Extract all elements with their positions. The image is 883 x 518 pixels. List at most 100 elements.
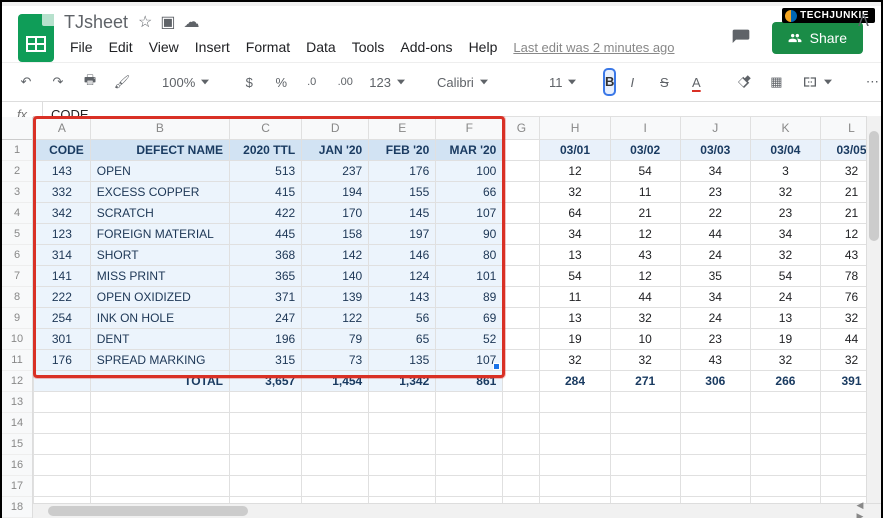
spreadsheet[interactable]: ABCDEFGHIJKL CODEDEFECT NAME2020 TTLJAN … [33, 116, 881, 518]
cell[interactable]: 89 [436, 287, 503, 308]
cell[interactable] [503, 203, 540, 224]
row-head[interactable]: 18 [2, 497, 32, 518]
cell[interactable]: 13 [750, 308, 820, 329]
cell[interactable] [436, 434, 503, 455]
cell[interactable]: 100 [436, 161, 503, 182]
table-row[interactable]: 314SHORT368142146801343243243 [34, 245, 882, 266]
cell[interactable] [302, 413, 369, 434]
cell[interactable] [540, 413, 610, 434]
cell[interactable] [436, 476, 503, 497]
cell[interactable] [503, 476, 540, 497]
cell[interactable]: 12 [610, 224, 680, 245]
table-row[interactable]: 342SCRATCH4221701451076421222321 [34, 203, 882, 224]
collapse-toolbar-icon[interactable]: ᐱ [858, 11, 869, 31]
cell[interactable] [90, 455, 229, 476]
table-row[interactable]: 141MISS PRINT3651401241015412355478 [34, 266, 882, 287]
cell[interactable]: 23 [750, 203, 820, 224]
cell[interactable] [680, 476, 750, 497]
row-head[interactable]: 12 [2, 371, 32, 392]
cell[interactable]: 306 [680, 371, 750, 392]
cell[interactable] [503, 371, 540, 392]
cell[interactable]: 64 [540, 203, 610, 224]
cell[interactable]: 135 [369, 350, 436, 371]
cell[interactable] [229, 434, 301, 455]
cell[interactable]: 22 [680, 203, 750, 224]
table-row[interactable] [34, 455, 882, 476]
cell[interactable]: 73 [302, 350, 369, 371]
cell[interactable]: 368 [229, 245, 301, 266]
cell[interactable]: FEB '20 [369, 140, 436, 161]
cell[interactable]: 23 [680, 182, 750, 203]
cell[interactable] [436, 413, 503, 434]
cell[interactable]: 101 [436, 266, 503, 287]
cell[interactable]: 69 [436, 308, 503, 329]
cell[interactable] [610, 476, 680, 497]
cell[interactable]: 11 [540, 287, 610, 308]
cell[interactable] [369, 392, 436, 413]
cell[interactable]: 90 [436, 224, 503, 245]
cell[interactable] [610, 392, 680, 413]
cell[interactable] [680, 413, 750, 434]
cell[interactable] [750, 476, 820, 497]
cell[interactable]: MAR '20 [436, 140, 503, 161]
menu-tools[interactable]: Tools [346, 35, 391, 59]
undo-button[interactable]: ↶ [12, 70, 40, 94]
strike-button[interactable]: S [650, 70, 678, 94]
cell[interactable] [503, 287, 540, 308]
row-head[interactable]: 15 [2, 434, 32, 455]
cell[interactable]: JAN '20 [302, 140, 369, 161]
table-row[interactable]: TOTAL3,6571,4541,342861284271306266391 [34, 371, 882, 392]
increase-decimal-icon[interactable]: .00 [331, 70, 359, 94]
italic-button[interactable]: I [618, 70, 646, 94]
row-head[interactable]: 1 [2, 140, 32, 161]
cell[interactable] [503, 308, 540, 329]
fill-handle[interactable] [493, 363, 500, 370]
cell[interactable] [302, 392, 369, 413]
cell[interactable]: SPREAD MARKING [90, 350, 229, 371]
cell[interactable] [503, 266, 540, 287]
fill-color[interactable] [730, 70, 758, 94]
cell[interactable]: TOTAL [90, 371, 229, 392]
row-head[interactable]: 4 [2, 203, 32, 224]
cell[interactable]: 266 [750, 371, 820, 392]
cell[interactable]: 54 [540, 266, 610, 287]
cell[interactable]: EXCESS COPPER [90, 182, 229, 203]
sheets-logo[interactable] [18, 14, 54, 62]
menu-help[interactable]: Help [463, 35, 504, 59]
font-select[interactable]: Calibri [431, 73, 523, 92]
cell[interactable]: 371 [229, 287, 301, 308]
cell[interactable]: 194 [302, 182, 369, 203]
column-headers[interactable]: ABCDEFGHIJKL [34, 117, 882, 140]
menu-data[interactable]: Data [300, 35, 342, 59]
cell[interactable]: 32 [540, 350, 610, 371]
cell[interactable]: 43 [610, 245, 680, 266]
cell[interactable]: 315 [229, 350, 301, 371]
menu-view[interactable]: View [143, 35, 185, 59]
cell[interactable]: 143 [34, 161, 91, 182]
row-head[interactable]: 13 [2, 392, 32, 413]
cell[interactable]: 143 [369, 287, 436, 308]
zoom-select[interactable]: 100% [156, 73, 215, 92]
cell[interactable]: 139 [302, 287, 369, 308]
table-row[interactable]: 123FOREIGN MATERIAL445158197903412443412 [34, 224, 882, 245]
cell[interactable]: 122 [302, 308, 369, 329]
menu-insert[interactable]: Insert [189, 35, 236, 59]
cell[interactable]: 197 [369, 224, 436, 245]
cell[interactable]: 13 [540, 308, 610, 329]
cell[interactable]: 3,657 [229, 371, 301, 392]
comments-button[interactable] [724, 23, 758, 53]
cell[interactable]: FOREIGN MATERIAL [90, 224, 229, 245]
cell[interactable] [369, 455, 436, 476]
cell[interactable] [680, 434, 750, 455]
cell[interactable] [90, 392, 229, 413]
cell[interactable] [229, 413, 301, 434]
cell[interactable]: 861 [436, 371, 503, 392]
cell[interactable]: 03/02 [610, 140, 680, 161]
cell[interactable]: 66 [436, 182, 503, 203]
cell[interactable]: 254 [34, 308, 91, 329]
menu-format[interactable]: Format [240, 35, 296, 59]
row-head[interactable]: 5 [2, 224, 32, 245]
last-edit-link[interactable]: Last edit was 2 minutes ago [513, 40, 674, 55]
cell[interactable] [34, 371, 91, 392]
cell[interactable] [503, 245, 540, 266]
